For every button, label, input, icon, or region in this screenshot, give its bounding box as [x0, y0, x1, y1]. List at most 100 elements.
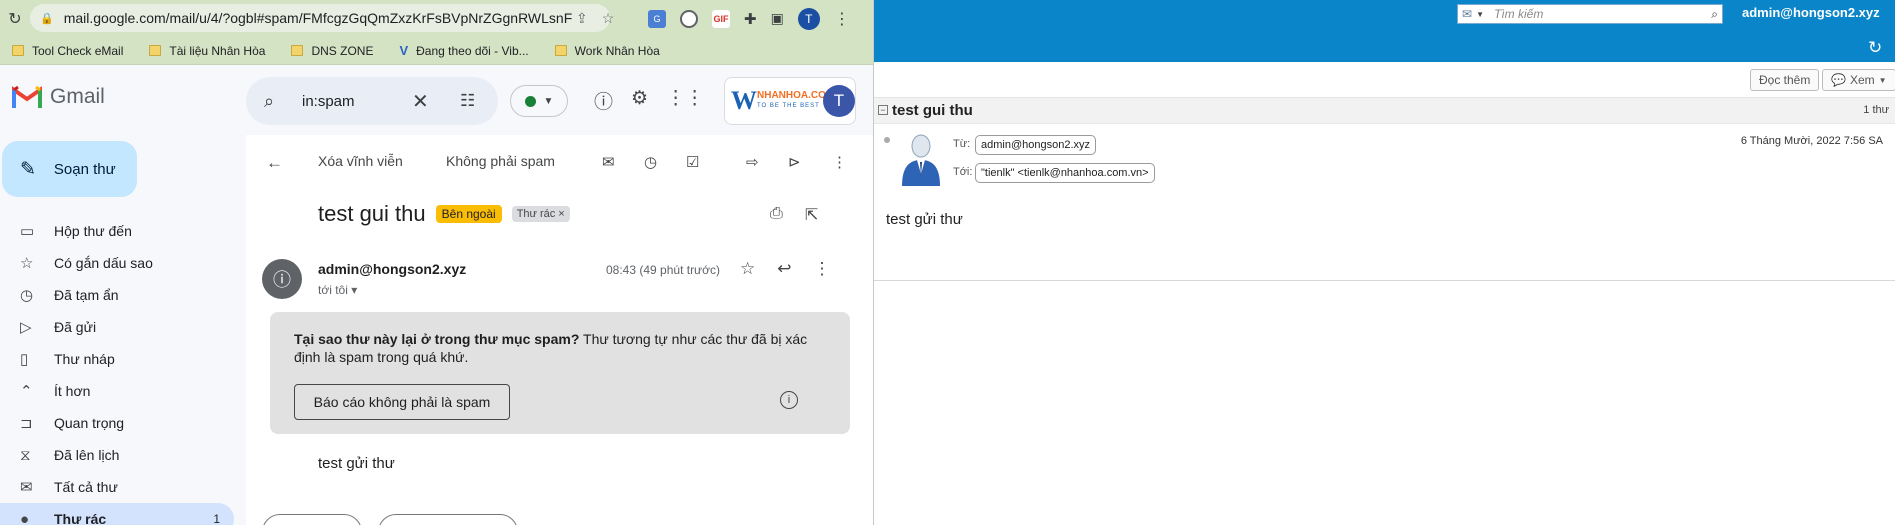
bookmark-star-icon[interactable]: ☆ — [602, 10, 615, 27]
sender-row: ⓘ admin@hongson2.xyz tới tôi ▾ 08:43 (49… — [262, 257, 862, 307]
contact-photo-icon — [902, 134, 940, 186]
nav-item-inbox[interactable]: ▭ Hộp thư đến — [0, 215, 234, 247]
lock-icon[interactable]: 🔒 — [40, 12, 54, 25]
omnibox[interactable]: 🔒 mail.google.com/mail/u/4/?ogbl#spam/FM… — [30, 4, 610, 32]
send-icon: ▷ — [20, 319, 32, 336]
status-indicator[interactable]: ▼ — [510, 85, 568, 117]
side-panel-icon[interactable]: ▣ — [771, 10, 784, 27]
from-label: Từ: — [953, 138, 971, 150]
profile-avatar[interactable]: T — [797, 7, 820, 30]
gmail-logo[interactable]: ≡ Gmail — [12, 85, 105, 109]
message-body: test gửi thư — [318, 455, 395, 472]
share-icon[interactable]: ⇪ — [576, 10, 588, 27]
nav-label: Tất cả thư — [54, 479, 118, 495]
account-switcher[interactable]: W NHANHOA.COM TO BE THE BEST T — [724, 77, 856, 125]
spam-reason-title: Tại sao thư này lại ở trong thư mục spam… — [294, 331, 580, 347]
move-to-icon[interactable]: ⇨ — [746, 153, 759, 171]
sender-email[interactable]: admin@hongson2.xyz — [318, 261, 466, 277]
more-options-icon[interactable]: ⋮ — [814, 259, 831, 279]
reload-icon[interactable]: ↻ — [0, 9, 30, 29]
nav-item-less[interactable]: ⌃ Ít hơn — [0, 375, 234, 407]
nav-item-snoozed[interactable]: ◷ Đã tạm ẩn — [0, 279, 234, 311]
nav-item-all-mail[interactable]: ✉ Tất cả thư — [0, 471, 234, 503]
report-not-spam-button[interactable]: Báo cáo không phải là spam — [294, 384, 510, 420]
search-icon[interactable]: ⌕ — [264, 91, 274, 112]
translate-extension-icon[interactable]: G — [648, 9, 666, 28]
webmail-toolbar: Đọc thêm 💬 Xem ▼ — [874, 62, 1895, 98]
reply-icon[interactable]: ↩ — [777, 259, 791, 279]
to-label: Tới: — [953, 166, 973, 178]
envelope-icon[interactable]: ✉ — [1462, 7, 1472, 21]
read-more-label: Đọc thêm — [1759, 73, 1811, 87]
nav-item-sent[interactable]: ▷ Đã gửi — [0, 311, 234, 343]
close-icon[interactable]: × — [558, 208, 564, 220]
webmail-topbar: ✉ ▼ Tìm kiếm ⌕ admin@hongson2.xyz ↻ — [874, 0, 1895, 62]
collapse-icon[interactable]: − — [878, 105, 888, 115]
snooze-clock-icon[interactable]: ◷ — [644, 153, 657, 171]
chrome-menu-icon[interactable]: ⋮ — [834, 9, 850, 29]
label-icon[interactable]: ⊳ — [788, 153, 801, 171]
apps-grid-icon[interactable]: ⋮⋮ — [666, 87, 704, 114]
folder-icon — [291, 45, 304, 56]
open-new-window-icon[interactable]: ⇱ — [805, 205, 818, 225]
to-address[interactable]: "tienlk" <tienlk@nhanhoa.com.vn> — [975, 163, 1155, 183]
circle-extension-icon[interactable] — [680, 9, 698, 28]
nav-item-scheduled[interactable]: ⧖ Đã lên lịch — [0, 439, 234, 471]
bookmark-item[interactable]: V Đang theo dõi - Vib... — [399, 43, 528, 58]
view-menu-button[interactable]: 💬 Xem ▼ — [1822, 69, 1895, 91]
thread-subject-row[interactable]: − test gui thu 1 thư — [874, 98, 1895, 124]
external-badge: Bên ngoài — [435, 205, 502, 223]
nav-label: Đã lên lịch — [54, 447, 120, 463]
puzzle-icon[interactable]: ✚ — [744, 10, 757, 28]
search-input[interactable]: in:spam — [302, 93, 355, 110]
from-address[interactable]: admin@hongson2.xyz — [975, 135, 1097, 155]
clear-search-icon[interactable]: ✕ — [412, 89, 429, 114]
mail-search-bar[interactable]: ⌕ in:spam ✕ ☷ — [246, 77, 498, 125]
nav-item-spam[interactable]: ● Thư rác 1 — [0, 503, 234, 525]
webmail-search-input[interactable]: Tìm kiếm — [1494, 7, 1543, 21]
star-icon[interactable]: ☆ — [740, 259, 755, 279]
help-icon[interactable]: ⓘ — [594, 87, 613, 114]
gmail-m-icon — [12, 86, 42, 108]
bookmark-item[interactable]: DNS ZONE — [291, 44, 373, 58]
nav-item-important[interactable]: ⊐ Quan trọng — [0, 407, 234, 439]
gif-extension-icon[interactable]: GIF — [712, 9, 730, 28]
webmail-user[interactable]: admin@hongson2.xyz — [1742, 5, 1880, 20]
webmail-search-box[interactable]: ✉ ▼ Tìm kiếm ⌕ — [1457, 4, 1723, 24]
screen: ↻ 🔒 mail.google.com/mail/u/4/?ogbl#spam/… — [0, 0, 1895, 525]
bookmark-item[interactable]: Tài liệu Nhân Hòa — [149, 44, 265, 58]
recipient-toggle[interactable]: tới tôi ▾ — [318, 283, 357, 297]
search-icon[interactable]: ⌕ — [1711, 7, 1718, 22]
settings-gear-icon[interactable]: ⚙ — [631, 87, 648, 114]
read-more-button[interactable]: Đọc thêm — [1750, 69, 1820, 91]
nav-item-drafts[interactable]: ▯ Thư nháp — [0, 343, 234, 375]
bookmarks-bar: Tool Check eMail Tài liệu Nhân Hòa DNS Z… — [0, 37, 873, 65]
reply-button[interactable] — [262, 514, 362, 525]
more-options-icon[interactable]: ⋮ — [832, 153, 847, 171]
spam-label-chip[interactable]: Thư rác × — [511, 206, 570, 222]
unread-dot — [884, 137, 890, 143]
delete-forever-button[interactable]: Xóa vĩnh viễn — [318, 153, 403, 169]
scheduled-icon: ⧖ — [20, 446, 31, 464]
account-avatar[interactable]: T — [823, 85, 855, 117]
draft-icon: ▯ — [20, 351, 29, 368]
forward-button[interactable] — [378, 514, 518, 525]
message-header: Từ: admin@hongson2.xyz Tới: "tienlk" <ti… — [874, 124, 1895, 194]
url-text[interactable]: mail.google.com/mail/u/4/?ogbl#spam/FMfc… — [64, 10, 574, 26]
bookmark-label: Tool Check eMail — [32, 43, 124, 58]
print-icon[interactable]: ⎙ — [770, 205, 783, 225]
v-logo-icon: V — [399, 43, 409, 58]
search-options-icon[interactable]: ☷ — [460, 91, 475, 111]
back-arrow-icon[interactable]: ← — [266, 153, 283, 173]
add-task-icon[interactable]: ☑ — [686, 153, 699, 171]
bookmark-item[interactable]: Tool Check eMail — [12, 44, 123, 58]
compose-button[interactable]: ✎ Soạn thư — [2, 141, 137, 197]
info-icon[interactable]: i — [780, 391, 798, 409]
mark-unread-icon[interactable]: ✉ — [602, 153, 615, 171]
nav-label: Đã tạm ẩn — [54, 287, 119, 303]
bookmark-item[interactable]: Work Nhân Hòa — [554, 44, 660, 58]
caret-down-icon[interactable]: ▼ — [1476, 10, 1484, 19]
nav-item-starred[interactable]: ☆ Có gắn dấu sao — [0, 247, 234, 279]
not-spam-button[interactable]: Không phải spam — [446, 153, 555, 169]
refresh-icon[interactable]: ↻ — [1868, 38, 1882, 58]
